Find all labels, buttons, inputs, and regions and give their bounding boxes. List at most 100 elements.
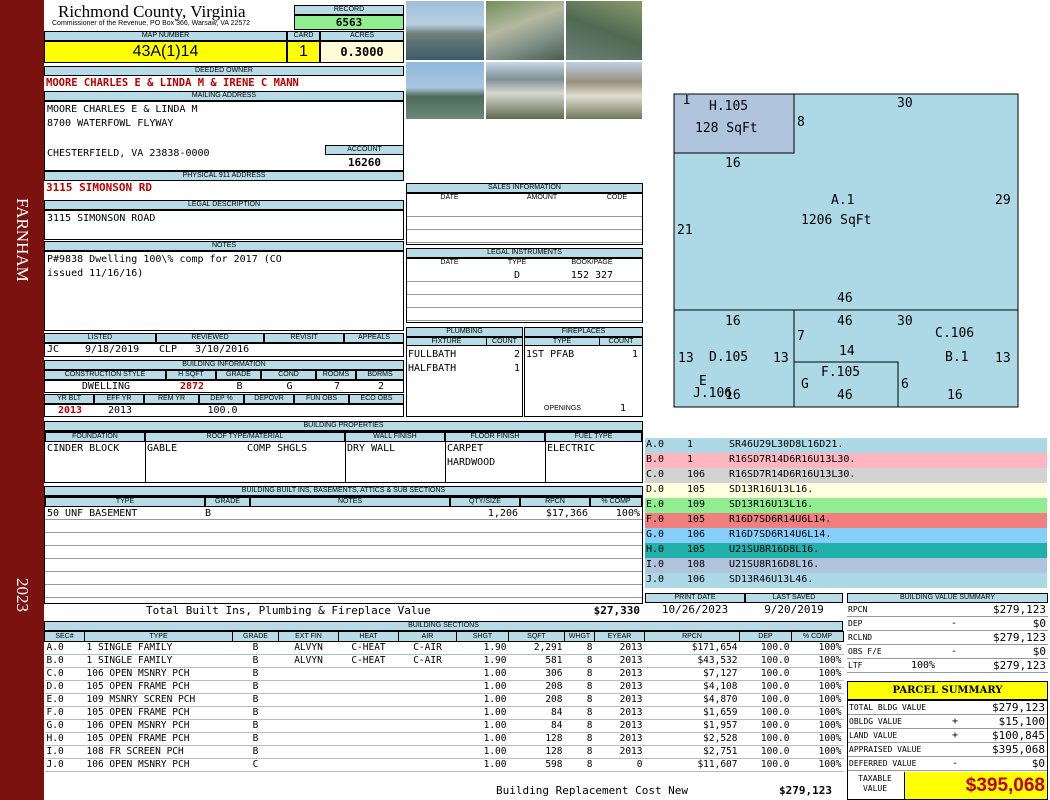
section-cell: 1.90 <box>456 641 509 655</box>
sketch-g-label: G <box>801 377 809 392</box>
plumb-h-count: COUNT <box>487 338 522 346</box>
property-photo-6 <box>565 61 643 120</box>
plumb-count-2: 1 <box>513 363 520 374</box>
reviewed-by: CLP <box>159 344 178 355</box>
vector-row-d: D.0 105 SD13R16U13L16. <box>645 483 1047 498</box>
sketch-d-label: D.105 <box>709 350 749 365</box>
vector-row-c: C.0 106 R16SD7R14D6R16U13L30. <box>645 468 1047 483</box>
building-info-row: DWELLING 2872 B G 7 2 <box>44 380 404 393</box>
section-cell: 8 <box>564 732 595 746</box>
section-cell: ALVYN <box>278 641 339 655</box>
ps-row-total-bldg: TOTAL BLDG VALUE $279,123 <box>848 701 1047 715</box>
card-value: 1 <box>287 41 320 63</box>
legal-description-box: 3115 SIMONSON ROAD <box>44 210 404 240</box>
section-cell: 8 <box>564 745 595 759</box>
sketch-h-sqft: 128 SqFt <box>695 121 758 136</box>
section-cell <box>338 745 399 759</box>
parcel-summary-box: TOTAL BLDG VALUE $279,123 OBLDG VALUE + … <box>847 700 1048 800</box>
section-row: G.0 106 OPEN MSNRY PCH B 1.00 84 8 2013 $1,957 1… <box>44 719 844 733</box>
vector-code: H.0 <box>646 544 665 555</box>
section-cell: C-HEAT <box>338 641 399 655</box>
vector-n: 109 <box>687 499 706 510</box>
vs-row-dep: DEP - $0 <box>847 617 1048 631</box>
sections-header-cell: HEAT <box>338 631 399 642</box>
vector-row-h: H.0 105 U21SU8R16D8L16. <box>645 543 1047 558</box>
sketch-a-label: A.1 <box>831 193 855 208</box>
mail-line-1: MOORE CHARLES E & LINDA M <box>47 104 198 115</box>
sales-h-amount: AMOUNT <box>526 194 558 201</box>
construction-style: DWELLING <box>81 381 131 392</box>
ps-value: $395,068 <box>992 744 1045 756</box>
property-photo-5 <box>485 61 565 120</box>
section-cell: 100.0 <box>739 758 792 772</box>
prop-h-roof: ROOF TYPE/MATERIAL <box>145 432 345 442</box>
section-cell: 1.00 <box>456 680 509 694</box>
section-cell <box>338 706 399 720</box>
section-cell: 100.0 <box>739 719 792 733</box>
mailing-address-label: MAILING ADDRESS <box>44 91 404 101</box>
property-photo-2 <box>485 0 565 61</box>
vector-row-i: I.0 108 U21SU8R16D8L16. <box>645 558 1047 573</box>
record-label: RECORD <box>294 5 404 15</box>
section-cell: $43,532 <box>644 654 740 668</box>
instr-h-book: BOOK/PAGE <box>571 259 613 266</box>
vector-value: SD13R16U13L16. <box>729 499 814 510</box>
print-date-value: 10/26/2023 <box>661 604 729 616</box>
section-cell: 100.0 <box>739 745 792 759</box>
section-row: B.0 1 SINGLE FAMILY B ALVYN C-HEAT C-AIR 1.90 5… <box>44 654 844 668</box>
eff-yr-value: 2013 <box>107 405 133 416</box>
section-cell: 8 <box>564 680 595 694</box>
ps-key: APPRAISED VALUE <box>849 745 922 754</box>
building-properties-box: FOUNDATION ROOF TYPE/MATERIAL WALL FINIS… <box>44 431 643 483</box>
vs-row-ltf: LTF 100% $279,123 <box>847 659 1048 673</box>
ps-key: OBLDG VALUE <box>849 717 902 726</box>
last-saved-label: LAST SAVED <box>745 593 843 603</box>
vector-code: J.0 <box>646 574 665 585</box>
h-funobs: FUN OBS <box>294 394 349 404</box>
section-row: I.0 108 FR SCREEN PCH B 1.00 128 8 2013 $2,751 1… <box>44 745 844 759</box>
vector-code: D.0 <box>646 484 665 495</box>
sketch-a-sqft: 1206 SqFt <box>801 213 872 228</box>
section-cell <box>278 693 339 707</box>
cond-value: G <box>286 381 293 392</box>
vs-value: $279,123 <box>993 660 1046 672</box>
sections-header-cell: RPCN <box>644 631 740 642</box>
vector-value: U21SU8R16D8L16. <box>729 544 820 555</box>
section-cell: E.0 <box>44 693 85 707</box>
dep-value: 100.0 <box>207 405 238 416</box>
section-cell: $1,957 <box>644 719 740 733</box>
legal-instruments-table: DATE TYPE BOOK/PAGE D 152 327 <box>406 258 643 323</box>
h-ecoobs: ECO OBS <box>349 394 404 404</box>
section-cell: 208 <box>508 680 565 694</box>
vs-key: RPCN <box>848 605 868 614</box>
building-info-label: BUILDING INFORMATION <box>44 360 404 370</box>
prop-h-wall: WALL FINISH <box>345 432 445 442</box>
vs-value: $0 <box>1032 618 1046 630</box>
fire-h-type: TYPE <box>525 338 600 346</box>
building-sections-label: BUILDING SECTIONS <box>44 621 843 631</box>
section-cell: $11,607 <box>644 758 740 772</box>
sections-header-cell: WHGT <box>564 631 595 642</box>
vs-value: $0 <box>1032 646 1046 658</box>
sketch-c-label: C.106 <box>935 326 975 341</box>
taxable-label: TAXABLE VALUE <box>858 774 892 793</box>
dim-6: 6 <box>901 377 909 392</box>
section-cell <box>338 667 399 681</box>
plumbing-table: FIXTURE COUNT FULLBATH 2 HALFBATH 1 <box>406 337 523 417</box>
section-cell: 100% <box>791 745 844 759</box>
section-cell: B.0 <box>44 654 85 668</box>
vs-row-obs: OBS F/E - $0 <box>847 645 1048 659</box>
section-cell: 84 <box>508 719 565 733</box>
section-cell: 100.0 <box>739 680 792 694</box>
legal-description-label: LEGAL DESCRIPTION <box>44 200 404 210</box>
section-cell <box>398 732 457 746</box>
section-cell: C-AIR <box>398 654 457 668</box>
sketch-vectors: A.0 1 SR46U29L30D8L16D21. B.0 1 R16SD7R1… <box>645 438 1047 588</box>
section-cell: 8 <box>564 654 595 668</box>
section-cell: 1.00 <box>456 719 509 733</box>
building-info-row-2: 2013 2013 100.0 <box>44 404 404 417</box>
vs-value: $279,123 <box>993 632 1046 644</box>
section-cell: 105 OPEN FRAME PCH <box>84 706 233 720</box>
plumb-h-fixture: FIXTURE <box>407 338 487 346</box>
section-cell: 1.00 <box>456 758 509 772</box>
